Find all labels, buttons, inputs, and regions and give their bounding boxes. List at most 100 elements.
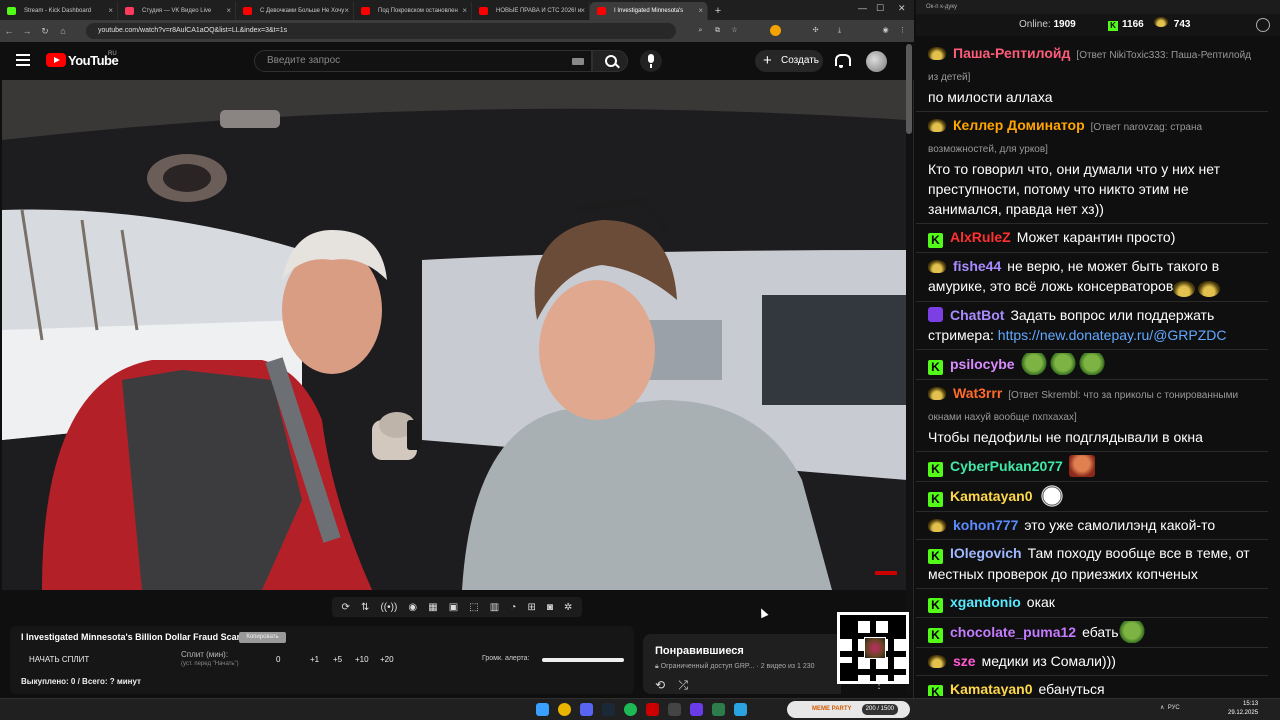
clock[interactable]: 15:13 29.12.2025 bbox=[1228, 700, 1258, 718]
picture-icon[interactable]: ▣ bbox=[449, 602, 458, 613]
media-player-icon[interactable] bbox=[690, 703, 703, 716]
browser-tab[interactable]: НОВЫЕ ПРАВА И СТС 2026! и × bbox=[472, 2, 590, 20]
close-window-icon[interactable]: ✕ bbox=[898, 3, 906, 14]
start-menu-icon[interactable] bbox=[536, 703, 549, 716]
maximize-icon[interactable]: ☐ bbox=[876, 3, 884, 14]
chat-message-list[interactable]: Паша-Рептилойд [Ответ NikiToxic333: Паша-… bbox=[916, 40, 1268, 696]
url-input[interactable]: youtube.com/watch?v=r8AulCA1aOQ&list=LL&… bbox=[86, 23, 676, 39]
video-player[interactable] bbox=[2, 80, 907, 590]
tab-close-icon[interactable]: × bbox=[698, 2, 703, 20]
shuffle-icon[interactable]: ⤮ bbox=[678, 678, 688, 692]
split-plus-10-button[interactable]: +10 bbox=[355, 655, 369, 664]
loop-icon[interactable]: ⟳ bbox=[342, 602, 350, 613]
tray-chevron-icon[interactable]: ∧ bbox=[1160, 705, 1164, 711]
extension-icon[interactable] bbox=[770, 25, 781, 36]
back-icon[interactable]: ← bbox=[0, 26, 18, 36]
screenshot-icon[interactable]: ◙ bbox=[547, 602, 553, 613]
search-page-icon[interactable]: ⌕ bbox=[695, 25, 706, 36]
scrollbar-thumb[interactable] bbox=[906, 44, 912, 134]
meme-party-widget[interactable]: MEME PARTY 200 / 1500 bbox=[787, 701, 910, 718]
page-scrollbar[interactable] bbox=[906, 44, 912, 694]
reload-icon[interactable]: ↻ bbox=[36, 26, 54, 37]
chat-username[interactable]: psilocybe bbox=[950, 356, 1015, 372]
new-tab-icon[interactable]: + bbox=[708, 2, 728, 20]
alert-volume-slider[interactable] bbox=[542, 658, 624, 662]
discord-icon[interactable] bbox=[580, 703, 593, 716]
hamburger-menu-icon[interactable] bbox=[16, 54, 30, 66]
subscribe-badge[interactable] bbox=[875, 571, 897, 575]
broadcast-icon[interactable]: ((•)) bbox=[380, 602, 397, 613]
profile-icon[interactable]: ◉ bbox=[880, 25, 891, 36]
telegram-icon[interactable] bbox=[734, 703, 747, 716]
create-button[interactable]: + Создать bbox=[755, 50, 823, 72]
bookmark-star-icon[interactable]: ☆ bbox=[729, 25, 740, 36]
browser-tab[interactable]: Студия — VK Видео Live × bbox=[118, 2, 236, 20]
avatar[interactable] bbox=[866, 51, 887, 72]
translate-icon[interactable]: ⧉ bbox=[712, 25, 723, 36]
obs-icon[interactable] bbox=[646, 703, 659, 716]
split-value-input[interactable]: 0 bbox=[276, 655, 280, 664]
chrome-icon[interactable] bbox=[558, 703, 571, 716]
browser-tab[interactable]: I Investigated Minnesota's × bbox=[590, 2, 708, 20]
files-icon[interactable] bbox=[712, 703, 725, 716]
extensions-puzzle-icon[interactable]: ✣ bbox=[810, 25, 821, 36]
forward-icon[interactable]: → bbox=[18, 26, 36, 36]
split-plus-1-button[interactable]: +1 bbox=[310, 655, 319, 664]
home-icon[interactable]: ⌂ bbox=[54, 26, 72, 36]
playlist-title[interactable]: Понравившиеся bbox=[655, 645, 744, 657]
clapper-icon[interactable]: ▦ bbox=[428, 602, 437, 613]
split-plus-5-button[interactable]: +5 bbox=[333, 655, 342, 664]
tab-close-icon[interactable]: × bbox=[462, 2, 467, 20]
search-button[interactable] bbox=[592, 50, 628, 72]
split-plus-20-button[interactable]: +20 bbox=[380, 655, 394, 664]
add-clip-icon[interactable]: ⊞ bbox=[527, 602, 535, 613]
chat-username[interactable]: fishe44 bbox=[953, 258, 1001, 274]
search-input[interactable]: Введите запрос bbox=[254, 50, 592, 72]
crop-icon[interactable]: ⬚ bbox=[469, 602, 478, 613]
chat-username[interactable]: Kamatayan0 bbox=[950, 681, 1033, 696]
chat-username[interactable]: Wat3rrr bbox=[953, 385, 1002, 401]
loop-playlist-icon[interactable]: ⟲ bbox=[655, 678, 665, 692]
spotify-icon[interactable] bbox=[624, 703, 637, 716]
minimize-icon[interactable]: — bbox=[858, 3, 867, 13]
keyboard-icon[interactable] bbox=[572, 58, 584, 65]
chat-username[interactable]: Келлер Доминатор bbox=[953, 117, 1085, 133]
gear-icon[interactable]: ✲ bbox=[564, 602, 572, 613]
tab-close-icon[interactable]: × bbox=[580, 2, 585, 20]
more-options-icon[interactable]: ⋮ bbox=[874, 680, 884, 691]
chat-username[interactable]: xgandonio bbox=[950, 594, 1021, 610]
system-tray[interactable]: ∧ РУС bbox=[1160, 704, 1180, 711]
tab-close-icon[interactable]: × bbox=[344, 2, 349, 20]
notifications-bell-icon[interactable] bbox=[834, 52, 851, 68]
language-indicator[interactable]: РУС bbox=[1168, 705, 1180, 711]
cinema-icon[interactable]: ▥ bbox=[490, 602, 499, 613]
browser-tab[interactable]: Под Покровском остановлен × bbox=[354, 2, 472, 20]
download-icon[interactable]: ⤓ bbox=[834, 25, 845, 36]
tab-close-icon[interactable]: × bbox=[226, 2, 231, 20]
mic-icon[interactable] bbox=[640, 50, 662, 72]
chat-username[interactable]: sze bbox=[953, 653, 976, 669]
speed-icon[interactable]: ◔ bbox=[510, 602, 516, 613]
menu-dots-icon[interactable]: ⋮ bbox=[897, 25, 908, 36]
chat-username[interactable]: IOlegovich bbox=[950, 545, 1022, 561]
browser-tab[interactable]: С Девочками Больше Не Хочу × bbox=[236, 2, 354, 20]
chat-username[interactable]: chocolate_puma12 bbox=[950, 624, 1076, 640]
start-split-button[interactable]: НАЧАТЬ СПЛИТ bbox=[29, 655, 89, 664]
chat-username[interactable]: Kamatayan0 bbox=[950, 488, 1033, 504]
chat-link[interactable]: https://new.donatepay.ru/@GRPZDC bbox=[998, 327, 1227, 343]
chat-username[interactable]: kohon777 bbox=[953, 517, 1018, 533]
liked-playlist-panel[interactable]: Понравившиеся 🔒︎ Ограниченный доступ GRP… bbox=[643, 634, 841, 694]
browser-tab[interactable]: Stream - Kick Dashboard × bbox=[0, 2, 118, 20]
app-icon[interactable] bbox=[668, 703, 681, 716]
chat-username[interactable]: CyberPukan2077 bbox=[950, 458, 1063, 474]
steam-icon[interactable] bbox=[602, 703, 615, 716]
sort-icon[interactable]: ⇅ bbox=[361, 602, 369, 613]
copy-button[interactable]: Копировать bbox=[239, 632, 286, 643]
chat-username[interactable]: Паша-Рептилойд bbox=[953, 45, 1070, 61]
youtube-logo-icon[interactable] bbox=[46, 53, 66, 67]
tab-close-icon[interactable]: × bbox=[108, 2, 113, 20]
chat-settings-icon[interactable] bbox=[1256, 18, 1270, 32]
eye-icon[interactable]: ◉ bbox=[408, 602, 417, 613]
chat-username[interactable]: AlxRuleZ bbox=[950, 229, 1011, 245]
chat-username[interactable]: ChatBot bbox=[950, 307, 1004, 323]
